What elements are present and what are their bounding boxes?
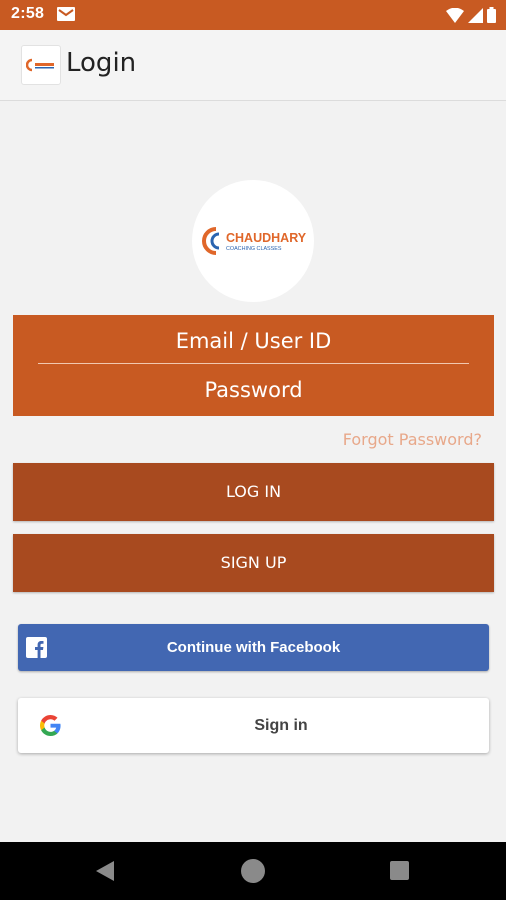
home-icon[interactable] — [241, 859, 265, 883]
navigation-bar — [0, 842, 506, 900]
facebook-login-button[interactable]: Continue with Facebook — [18, 624, 489, 671]
email-input[interactable]: Email / User ID — [38, 319, 469, 364]
status-bar: 2:58 — [0, 0, 506, 30]
brand-tagline: COACHING CLASSES — [226, 246, 282, 252]
login-button[interactable]: LOG IN — [13, 463, 494, 521]
wifi-icon — [446, 7, 464, 23]
password-input[interactable]: Password — [38, 368, 469, 412]
status-time: 2:58 — [11, 5, 45, 22]
forgot-password-link[interactable]: Forgot Password? — [343, 430, 482, 449]
google-signin-button[interactable]: Sign in — [18, 698, 489, 753]
brand-name: CHAUDHARY — [226, 231, 306, 245]
login-form: Email / User ID Password — [13, 315, 494, 416]
status-icons — [446, 7, 496, 23]
page-title: Login — [66, 48, 137, 78]
gmail-icon — [57, 7, 75, 21]
brand-logo: CHAUDHARY COACHING CLASSES — [192, 180, 314, 302]
facebook-button-label: Continue with Facebook — [166, 639, 341, 656]
signup-button[interactable]: SIGN UP — [13, 534, 494, 592]
recents-icon[interactable] — [390, 861, 409, 880]
chaudhary-logo-icon — [21, 45, 61, 85]
google-button-label: Sign in — [254, 717, 308, 734]
battery-icon — [487, 7, 496, 23]
cell-signal-icon — [468, 7, 483, 23]
app-bar: Login — [0, 30, 506, 101]
back-icon[interactable] — [96, 861, 114, 881]
